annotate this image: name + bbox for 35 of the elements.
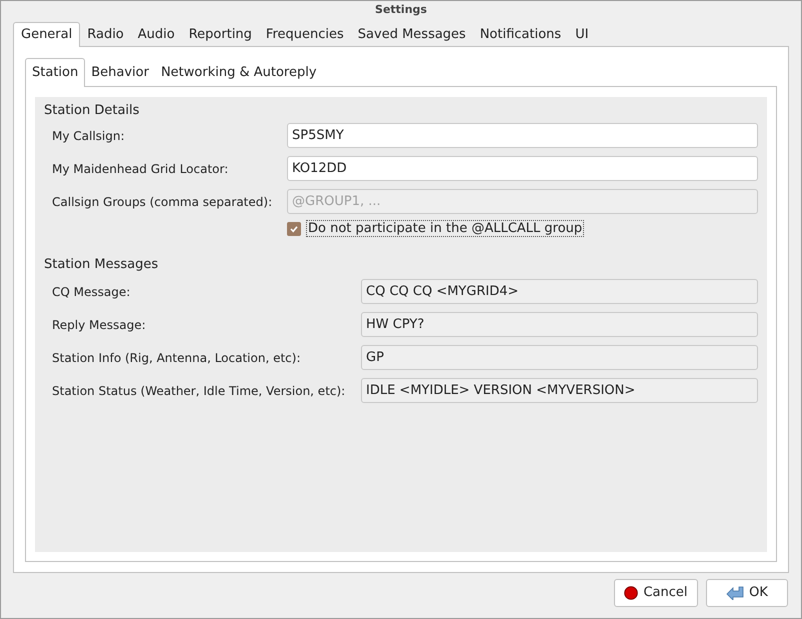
text-field[interactable]: KO12DD	[287, 156, 758, 181]
tab[interactable]: UI	[568, 24, 596, 46]
text-field[interactable]: HW CPY?	[361, 312, 758, 337]
text-field[interactable]: @GROUP1, ...	[287, 189, 758, 214]
tab[interactable]: Saved Messages	[350, 24, 473, 46]
cancel-button[interactable]: Cancel	[614, 579, 698, 607]
checkbox[interactable]	[287, 222, 301, 236]
field-label: Station Status (Weather, Idle Time, Version, etc):	[52, 382, 346, 400]
text-field[interactable]: CQ CQ CQ <MYGRID4>	[361, 279, 758, 304]
return-arrow-icon	[726, 586, 744, 600]
section-title: Station Messages	[44, 256, 160, 274]
field-label: CQ Message:	[52, 284, 132, 300]
field-label: Callsign Groups (comma separated):	[52, 194, 274, 210]
field-label: Reply Message:	[52, 316, 147, 334]
tab[interactable]: Reporting	[182, 24, 259, 46]
text-field[interactable]: GP	[361, 345, 758, 370]
field-label: My Maidenhead Grid Locator:	[52, 160, 230, 178]
tab[interactable]: Networking & Autoreply	[154, 60, 323, 86]
tab[interactable]: Behavior	[85, 60, 155, 86]
check-icon	[289, 224, 299, 234]
tab[interactable]: Station	[25, 58, 86, 87]
tab[interactable]: General	[13, 22, 80, 47]
window-title: Settings	[374, 2, 428, 18]
tab[interactable]: Notifications	[472, 24, 568, 46]
text-field[interactable]: IDLE <MYIDLE> VERSION <MYVERSION>	[361, 378, 758, 403]
ok-button[interactable]: OK	[706, 579, 788, 607]
stop-icon	[624, 586, 638, 600]
section-title: Station Details	[44, 102, 140, 120]
checkbox-label[interactable]: Do not participate in the @ALLCALL group	[306, 220, 584, 237]
tab[interactable]: Radio	[80, 24, 131, 46]
tab[interactable]: Frequencies	[258, 24, 351, 46]
field-label: My Callsign:	[52, 128, 126, 144]
field-label: Station Info (Rig, Antenna, Location, etc):	[52, 350, 302, 366]
tab[interactable]: Audio	[130, 24, 182, 46]
text-field[interactable]: SP5SMY	[287, 123, 758, 148]
